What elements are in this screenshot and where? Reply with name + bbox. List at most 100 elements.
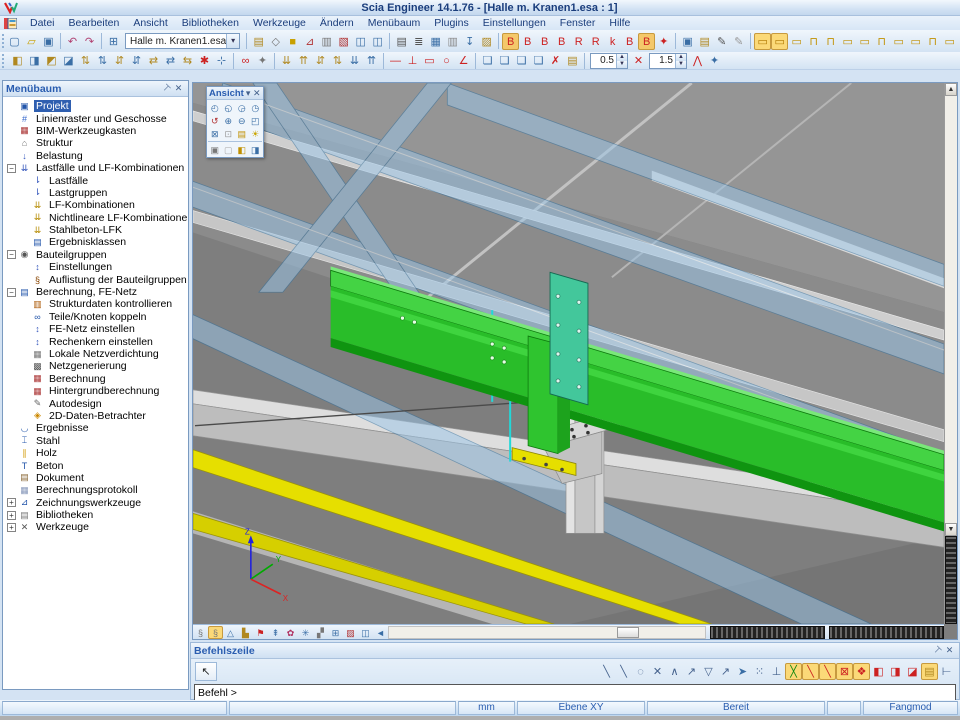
clip-plane-2-icon[interactable]: § [208, 626, 223, 639]
vertical-scroll-track[interactable] [945, 96, 957, 523]
toolbar-grip[interactable] [2, 34, 4, 48]
tree-item-netzgenerierung[interactable]: ▩Netzgenerierung [7, 360, 188, 372]
tree-item-auflistung-der-bauteilgruppen[interactable]: §Auflistung der Bauteilgruppen [7, 273, 188, 285]
draw-rectangle-icon[interactable]: ▭ [421, 52, 438, 69]
couple-tool-2-icon[interactable]: ⇈ [295, 52, 312, 69]
clip-plane-1-icon[interactable]: § [193, 626, 208, 639]
section-cut-icon[interactable]: ▧ [335, 33, 352, 50]
axes-icon[interactable]: ✳ [298, 626, 313, 639]
steel-check-9-icon[interactable]: ✦ [655, 33, 672, 50]
tree-item-rechenkern-einstellen[interactable]: ↕Rechenkern einstellen [7, 335, 188, 347]
rotate-wheel-horizontal-1[interactable] [710, 626, 825, 639]
undo-icon[interactable]: ↶ [64, 33, 81, 50]
print-icon[interactable]: ▤ [393, 33, 410, 50]
activity-tool-2-icon[interactable]: ⊹ [213, 52, 230, 69]
snap-endpoint-2-icon[interactable]: ╲ [819, 663, 836, 680]
select-tool-2-icon[interactable]: ◨ [26, 52, 43, 69]
viewport-3d-scene[interactable]: Z Y X [193, 83, 944, 624]
tile-windows-icon[interactable]: ◫ [352, 33, 369, 50]
pattern-icon[interactable]: ◫ [358, 626, 373, 639]
snap-angle-icon[interactable]: ⋀ [689, 52, 706, 69]
connect-members-icon[interactable]: ∞ [237, 52, 254, 69]
snap-cross-icon[interactable]: ✕ [649, 663, 666, 680]
coordinate-system-icon[interactable]: ⊿ [301, 33, 318, 50]
view-params-2-icon[interactable]: ▢ [222, 143, 235, 156]
profile-lib-1-icon[interactable]: ▭ [754, 33, 771, 50]
buckling-icon[interactable]: k [604, 33, 621, 50]
visibility-tool-3-icon[interactable]: ⇵ [111, 52, 128, 69]
snap-arrow-1-icon[interactable]: ↗ [683, 663, 700, 680]
profile-lib-7-icon[interactable]: ▭ [856, 33, 873, 50]
zoom-all-icon[interactable]: ⊠ [208, 127, 221, 140]
view-params-1-icon[interactable]: ▣ [208, 143, 221, 156]
couple-tool-5-icon[interactable]: ⇊ [346, 52, 363, 69]
snap-endpoint-1-icon[interactable]: ╲ [802, 663, 819, 680]
user-view-icon[interactable]: ✦ [254, 52, 271, 69]
window-tool-4-icon[interactable]: ❏ [530, 52, 547, 69]
zoom-in-icon[interactable]: ⊕ [222, 114, 235, 127]
small-user-icon[interactable]: ✦ [706, 52, 723, 69]
steel-check-1-icon[interactable]: B [502, 33, 519, 50]
couple-tool-6-icon[interactable]: ⇈ [363, 52, 380, 69]
snap-node-icon[interactable]: ❖ [853, 663, 870, 680]
status-ebene-xy[interactable]: Ebene XY [517, 701, 645, 715]
window-tool-2-icon[interactable]: ❏ [496, 52, 513, 69]
view-params-3-icon[interactable]: ◨ [249, 143, 262, 156]
pin-icon[interactable]: ⊤ [930, 645, 943, 656]
document-icon[interactable]: ▥ [444, 33, 461, 50]
tree-item-strukturdaten-kontrollieren[interactable]: ▥Strukturdaten kontrollieren [7, 298, 188, 310]
cascade-windows-icon[interactable]: ◫ [369, 33, 386, 50]
tree-item-hintergrundberechnung[interactable]: ▦Hintergrundberechnung [7, 385, 188, 397]
tree-item-nichtlineare-lf-kombinationen[interactable]: ⇊Nichtlineare LF-Kombinationen [7, 212, 188, 224]
tree-item-dokument[interactable]: ▤Dokument [7, 472, 188, 484]
zoom-out-icon[interactable]: ⊖ [235, 114, 248, 127]
project-data-icon[interactable]: ▤ [250, 33, 267, 50]
rotate-wheel-horizontal-2[interactable] [829, 626, 944, 639]
cursor-snap-icon[interactable]: ➤ [734, 663, 751, 680]
annotate-2-icon[interactable]: ✎ [730, 33, 747, 50]
view-direction-2-icon[interactable]: ◵ [222, 101, 235, 114]
visibility-tool-1-icon[interactable]: ⇅ [77, 52, 94, 69]
steel-check-2-icon[interactable]: B [519, 33, 536, 50]
zoom-window-icon[interactable]: ◰ [249, 114, 262, 127]
couple-tool-4-icon[interactable]: ⇅ [329, 52, 346, 69]
print-preview-icon[interactable]: ≣ [410, 33, 427, 50]
visibility-tool-4-icon[interactable]: ⇵ [128, 52, 145, 69]
new-document-icon[interactable]: ▢ [6, 33, 23, 50]
scroll-left-icon[interactable]: ◄ [373, 626, 388, 639]
tree-item-2d-daten-betrachter[interactable]: ◈2D-Daten-Betrachter [7, 410, 188, 422]
tree-item-bim-werkzeugkasten[interactable]: ▦BIM-Werkzeugkasten [7, 125, 188, 137]
steel-check-8-icon[interactable]: B [638, 33, 655, 50]
redo-icon[interactable]: ↷ [81, 33, 98, 50]
tree-item-bibliotheken[interactable]: +▤Bibliotheken [7, 509, 188, 521]
snap-arrow-2-icon[interactable]: ↗ [717, 663, 734, 680]
window-tool-1-icon[interactable]: ❏ [479, 52, 496, 69]
tree-item-autodesign[interactable]: ✎Autodesign [7, 397, 188, 409]
steel-check-3-icon[interactable]: B [536, 33, 553, 50]
tree-item-ergebnisklassen[interactable]: ▤Ergebnisklassen [7, 236, 188, 248]
expand-icon[interactable]: + [7, 511, 16, 520]
scale-spinner[interactable]: 0.5▲▼ [590, 53, 628, 69]
tree-item-lastfälle-und-lf-kombinationen[interactable]: −⇊Lastfälle und LF-Kombinationen [7, 162, 188, 174]
tree-item-berechnung-fe-netz[interactable]: −▤Berechnung, FE-Netz [7, 286, 188, 298]
pin-icon[interactable]: ⊤ [159, 83, 172, 94]
tree-item-projekt[interactable]: ▣Projekt [7, 100, 188, 112]
light-icon[interactable]: ☀ [249, 127, 262, 140]
tree-item-linienraster-und-geschosse[interactable]: #Linienraster und Geschosse [7, 112, 188, 124]
surface-2-icon[interactable]: ⊞ [328, 626, 343, 639]
menu-bibliotheken[interactable]: Bibliotheken [175, 17, 246, 29]
tree-item-einstellungen[interactable]: ↕Einstellungen [7, 261, 188, 273]
doc-tool-icon[interactable]: ▤ [564, 52, 581, 69]
collapse-icon[interactable]: − [7, 288, 16, 297]
tree-item-stahlbeton-lfk[interactable]: ⇊Stahlbeton-LFK [7, 224, 188, 236]
couple-tool-1-icon[interactable]: ⇊ [278, 52, 295, 69]
tree-item-struktur[interactable]: ⌂Struktur [7, 137, 188, 149]
symbols-icon[interactable]: ✿ [283, 626, 298, 639]
render-box-icon[interactable]: ■ [284, 33, 301, 50]
collapse-icon[interactable]: − [7, 250, 16, 259]
snap-settings-icon[interactable]: ▤ [921, 663, 938, 680]
document-app-icon[interactable] [4, 18, 17, 29]
close-icon[interactable]: ✕ [252, 88, 261, 99]
isometric-view-icon[interactable]: ◇ [267, 33, 284, 50]
menu-einstellungen[interactable]: Einstellungen [476, 17, 553, 29]
